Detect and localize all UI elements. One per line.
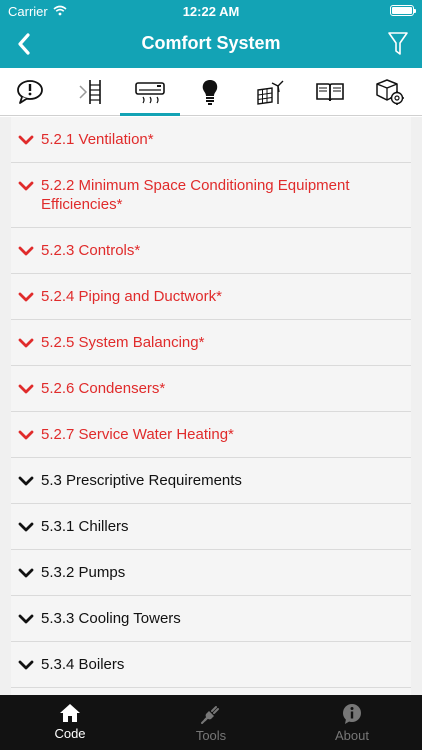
speech-alert-icon <box>17 80 43 104</box>
app-header: Carrier 12:22 AM Comfort System <box>0 0 422 68</box>
book-icon <box>316 83 344 102</box>
section-list: 5.2.1 Ventilation* 5.2.2 Minimum Space Co… <box>0 117 422 695</box>
tab-solar-wind[interactable] <box>240 68 300 116</box>
tab-about[interactable]: About <box>282 695 422 750</box>
list-item[interactable]: 5.2.2 Minimum Space Conditioning Equipme… <box>11 163 411 228</box>
page-title: Comfort System <box>141 33 281 53</box>
tab-about-label: About <box>335 728 369 743</box>
status-bar: Carrier 12:22 AM <box>0 0 422 22</box>
chevron-down-icon <box>11 130 41 145</box>
filter-button[interactable] <box>384 29 412 59</box>
list-item[interactable]: 5.3.2 Pumps <box>11 550 411 596</box>
tab-tools[interactable]: Tools <box>141 695 281 750</box>
list-item-label: 5.3.1 Chillers <box>41 518 129 535</box>
chevron-down-icon <box>11 379 41 394</box>
section-list-body: 5.2.1 Ventilation* 5.2.2 Minimum Space Co… <box>11 117 411 695</box>
list-item-label: 5.2.6 Condensers* <box>41 380 166 397</box>
filter-icon <box>388 32 408 55</box>
list-item[interactable] <box>11 688 411 695</box>
plug-icon <box>201 706 219 724</box>
list-item[interactable]: 5.2.7 Service Water Heating* <box>11 412 411 458</box>
solar-wind-icon <box>257 80 284 105</box>
list-item[interactable]: 5.3.4 Boilers <box>11 642 411 688</box>
list-item-label: 5.3.4 Boilers <box>41 656 125 673</box>
list-item-label: 5.3 Prescriptive Requirements <box>41 472 242 489</box>
chevron-left-icon <box>18 33 30 55</box>
tab-light-bulb[interactable] <box>180 68 240 116</box>
active-tab-indicator <box>120 113 180 116</box>
list-item-label: 5.2.3 Controls* <box>41 242 141 259</box>
tab-ladder-door[interactable] <box>60 68 120 116</box>
list-item[interactable]: 5.3 Prescriptive Requirements <box>11 458 411 504</box>
info-icon <box>343 704 361 724</box>
chevron-down-icon <box>11 333 41 348</box>
clock: 12:22 AM <box>182 4 240 19</box>
tab-code[interactable]: Code <box>0 695 140 750</box>
list-item[interactable]: 5.2.6 Condensers* <box>11 366 411 412</box>
list-item-label: 5.2.1 Ventilation* <box>41 131 154 148</box>
tab-tools-label: Tools <box>195 728 227 743</box>
tab-box-gear[interactable] <box>360 68 420 116</box>
chevron-down-icon <box>11 517 41 532</box>
chevron-down-icon <box>11 425 41 440</box>
list-item[interactable]: 5.3.3 Cooling Towers <box>11 596 411 642</box>
chevron-down-icon <box>11 471 41 486</box>
tab-air-conditioner[interactable] <box>120 68 180 116</box>
tab-book[interactable] <box>300 68 360 116</box>
tab-code-label: Code <box>54 726 86 741</box>
list-item-label: 5.3.3 Cooling Towers <box>41 610 181 627</box>
home-icon <box>60 704 80 722</box>
chevron-down-icon <box>11 287 41 302</box>
list-item-label: 5.2.2 Minimum Space Conditioning Equipme… <box>41 177 350 213</box>
navigation-bar: Comfort System <box>0 22 422 66</box>
list-item-label: 5.2.4 Piping and Ductwork* <box>41 288 222 305</box>
chevron-down-icon <box>11 563 41 578</box>
air-conditioner-icon <box>135 82 165 104</box>
light-bulb-icon <box>202 80 218 105</box>
list-item[interactable]: 5.2.4 Piping and Ductwork* <box>11 274 411 320</box>
list-item[interactable]: 5.2.5 System Balancing* <box>11 320 411 366</box>
list-item-label: 5.2.5 System Balancing* <box>41 334 205 351</box>
battery-icon <box>390 5 416 16</box>
chevron-down-icon <box>11 176 41 191</box>
bottom-tab-bar: Code Tools About <box>0 695 422 750</box>
category-tabs <box>0 68 422 116</box>
list-item-label: 5.3.2 Pumps <box>41 564 126 581</box>
list-item-label: 5.2.7 Service Water Heating* <box>41 426 234 443</box>
list-item[interactable]: 5.3.1 Chillers <box>11 504 411 550</box>
box-gear-icon <box>376 79 404 105</box>
chevron-down-icon <box>11 609 41 624</box>
back-button[interactable] <box>10 30 38 58</box>
list-item[interactable]: 5.2.1 Ventilation* <box>11 117 411 163</box>
tab-speech-alert[interactable] <box>0 68 60 116</box>
list-item[interactable]: 5.2.3 Controls* <box>11 228 411 274</box>
ladder-door-icon <box>79 80 101 104</box>
chevron-down-icon <box>11 241 41 256</box>
chevron-down-icon <box>11 655 41 670</box>
